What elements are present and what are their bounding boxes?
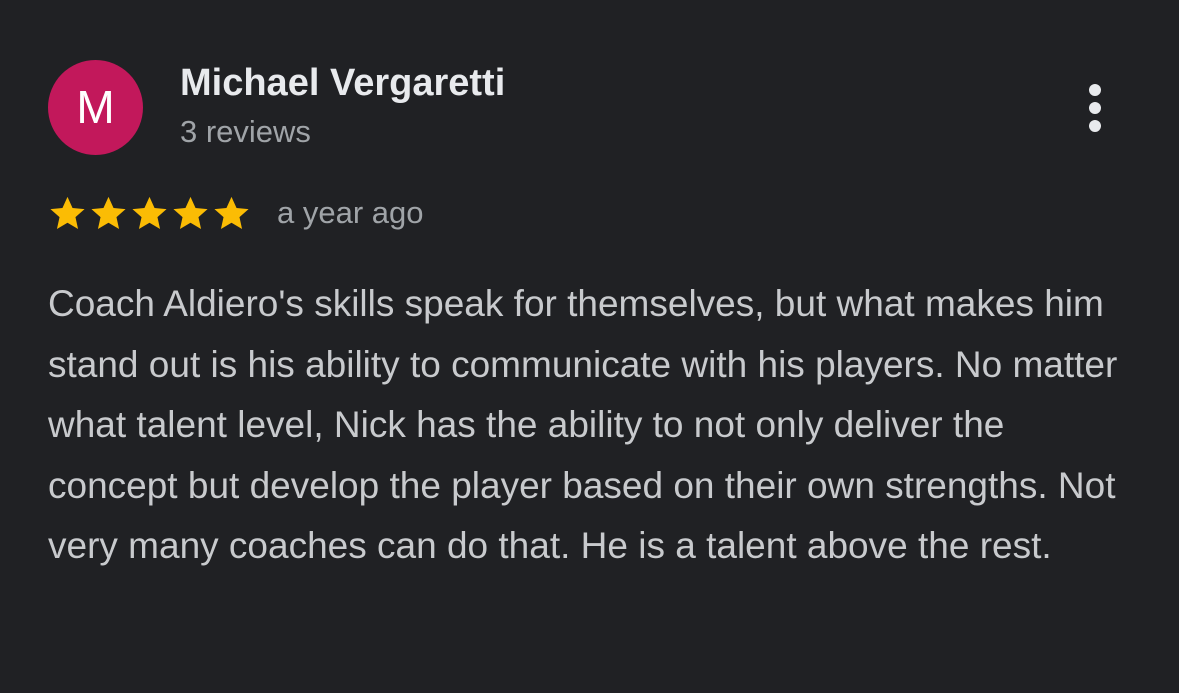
star-icon: [214, 196, 249, 229]
star-icon: [132, 196, 167, 229]
review-text: Coach Aldiero's skills speak for themsel…: [48, 283, 1118, 567]
review-card: M Michael Vergaretti 3 reviews a year ag…: [0, 0, 1179, 693]
rating-row: a year ago: [48, 193, 424, 233]
star-icon: [91, 196, 126, 229]
more-vert-icon: [1089, 84, 1101, 132]
author-name[interactable]: Michael Vergaretti: [180, 62, 505, 105]
star-rating: [48, 194, 251, 233]
more-options-button[interactable]: [1072, 76, 1118, 140]
review-timestamp: a year ago: [277, 195, 424, 230]
review-count: 3 reviews: [180, 114, 311, 149]
star-icon: [50, 196, 85, 229]
avatar[interactable]: M: [48, 60, 143, 155]
star-icon: [173, 196, 208, 229]
